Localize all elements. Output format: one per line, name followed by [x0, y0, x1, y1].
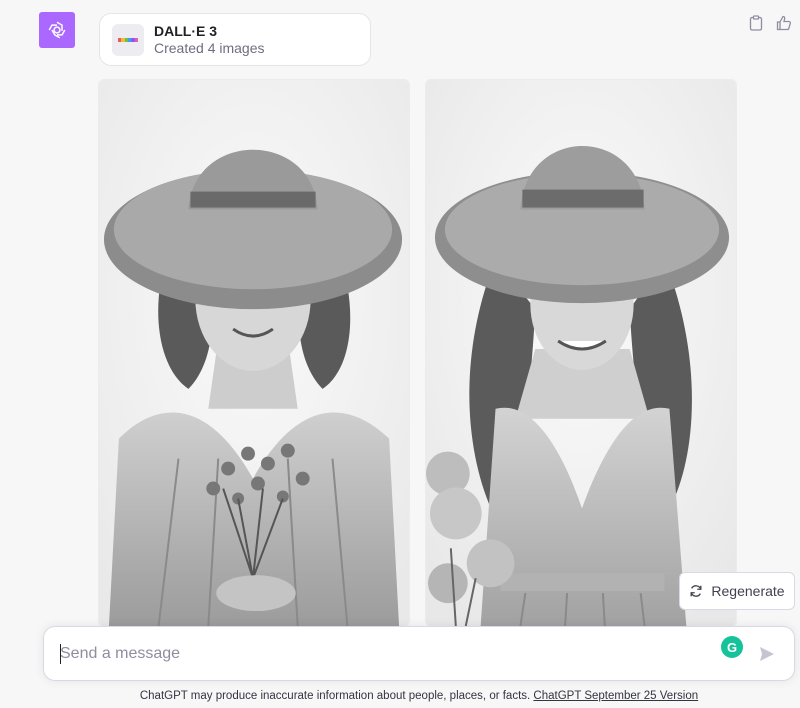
disclaimer-footer: ChatGPT may produce inaccurate informati…: [0, 690, 800, 702]
regenerate-label: Regenerate: [711, 583, 785, 599]
text-caret: [60, 644, 61, 664]
openai-logo-icon: [48, 21, 66, 39]
rainbow-stripe: [134, 37, 138, 42]
clipboard-icon[interactable]: [748, 14, 764, 32]
send-icon[interactable]: [756, 643, 778, 665]
version-link[interactable]: ChatGPT September 25 Version: [533, 690, 698, 702]
assistant-avatar: [39, 12, 75, 48]
disclaimer-text: ChatGPT may produce inaccurate informati…: [139, 690, 534, 702]
message-actions: [748, 14, 792, 32]
message-input[interactable]: [60, 638, 700, 669]
tool-title: DALL·E 3: [154, 22, 217, 39]
refresh-icon: [690, 585, 702, 597]
message-composer[interactable]: [43, 626, 795, 681]
grammarly-icon[interactable]: G: [721, 636, 743, 658]
dalle-tool-card[interactable]: DALL·E 3 Created 4 images: [99, 13, 371, 66]
generated-image-2[interactable]: [425, 79, 737, 627]
tool-subtitle: Created 4 images: [154, 39, 265, 56]
dalle-thumbnail-icon: [112, 23, 144, 56]
generated-image-1[interactable]: [98, 79, 410, 627]
regenerate-button[interactable]: Regenerate: [679, 572, 795, 610]
thumbs-up-icon[interactable]: [776, 14, 792, 32]
